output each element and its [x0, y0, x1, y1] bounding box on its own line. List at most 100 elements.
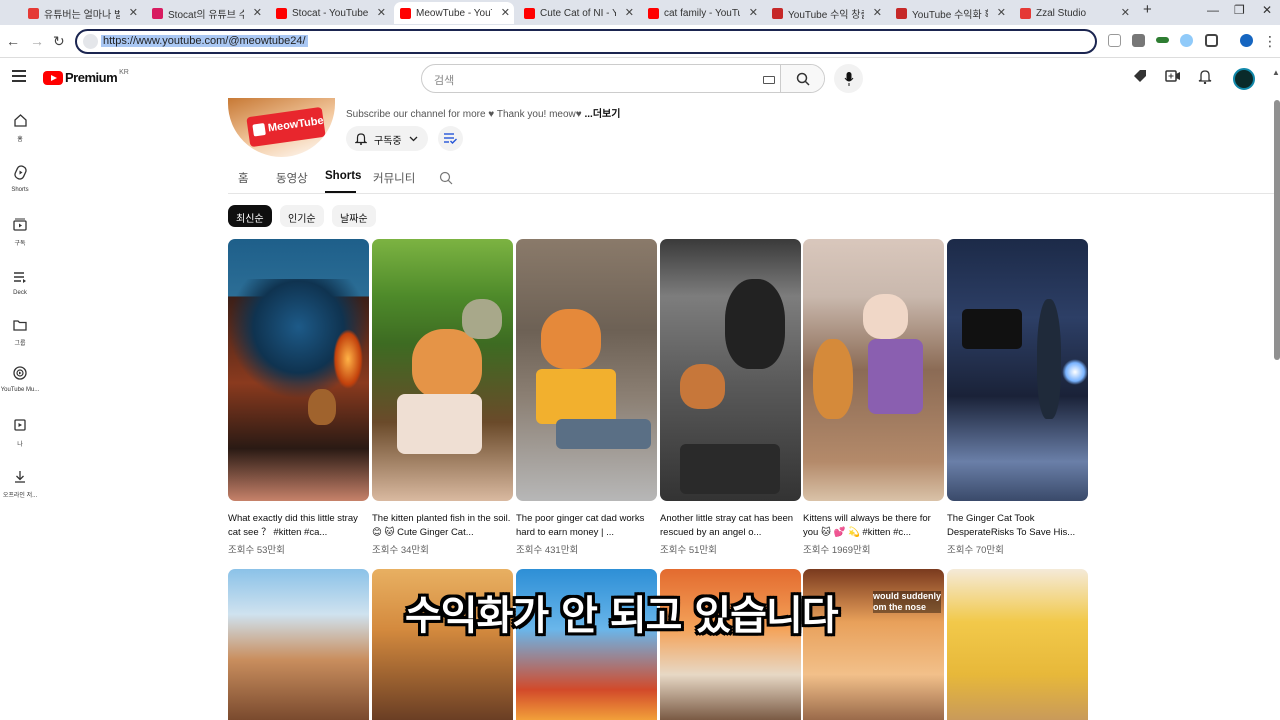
close-tab-icon[interactable]: ✕ — [625, 6, 634, 19]
extension-icon[interactable] — [1180, 34, 1193, 47]
short-card[interactable]: Another little stray cat has been rescue… — [660, 239, 801, 556]
short-title[interactable]: The kitten planted fish in the soil. 😊 🐱… — [372, 512, 513, 540]
close-tab-icon[interactable]: ✕ — [873, 6, 882, 19]
channel-search-icon[interactable] — [439, 171, 453, 185]
browser-tab[interactable]: Zzal Studio ✕ — [1014, 2, 1134, 24]
close-tab-icon[interactable]: ✕ — [1121, 6, 1130, 19]
subscribed-label: 구독중 — [374, 136, 402, 147]
sidebar-item-label: YouTube Mu... — [0, 387, 40, 393]
subscribed-button[interactable]: 구독중 — [346, 126, 428, 151]
extension-icon[interactable] — [1108, 34, 1121, 47]
browser-tab[interactable]: 유튜버는 얼마나 벌? ✕ — [22, 2, 142, 24]
sidebar-item-downloads[interactable]: 오프라인 저... — [0, 470, 40, 499]
tab-videos[interactable]: 동영상 — [276, 170, 308, 186]
search-box[interactable]: 검색 — [421, 64, 825, 93]
create-video-icon[interactable] — [1165, 69, 1181, 83]
favicon-icon — [524, 7, 535, 19]
playlist-button[interactable] — [438, 126, 463, 151]
sidebar-item-label: 홈 — [17, 137, 23, 143]
sidebar-item-subscriptions[interactable]: 구독 — [0, 218, 40, 247]
close-tab-icon[interactable]: ✕ — [501, 6, 510, 19]
menu-dots-icon[interactable]: ⋮ — [1263, 33, 1277, 50]
extension-icon[interactable] — [1156, 37, 1169, 43]
favicon-icon — [400, 7, 411, 19]
more-link[interactable]: ...더보기 — [584, 109, 620, 120]
short-thumbnail[interactable] — [947, 569, 1088, 720]
close-tab-icon[interactable]: ✕ — [997, 6, 1006, 19]
sidebar-item-shorts[interactable]: Shorts — [0, 165, 40, 193]
sidebar-item-deck[interactable]: Deck — [0, 270, 40, 296]
minimize-icon[interactable]: — — [1207, 3, 1219, 17]
short-thumbnail[interactable] — [660, 239, 801, 501]
youtube-play-icon — [43, 70, 63, 85]
url-text[interactable]: https://www.youtube.com/@meowtube24/ — [101, 35, 308, 47]
maximize-icon[interactable]: ❐ — [1234, 3, 1245, 17]
favicon-icon — [1020, 7, 1031, 19]
notifications-bell-icon[interactable] — [1198, 69, 1212, 84]
folder-icon[interactable] — [1132, 34, 1145, 47]
voice-search-button[interactable] — [834, 64, 863, 93]
close-tab-icon[interactable]: ✕ — [749, 6, 758, 19]
browser-tab[interactable]: Stocat의 유튜브 수익 ✕ — [146, 2, 266, 24]
filter-chip-popular[interactable]: 인기순 — [280, 205, 324, 227]
profile-icon[interactable] — [1240, 34, 1253, 47]
page-scrollbar[interactable] — [1274, 100, 1280, 360]
short-thumbnail[interactable] — [228, 569, 369, 720]
sidebar-item-groups[interactable]: 그룹 — [0, 318, 40, 347]
browser-tab[interactable]: cat family - YouTube ✕ — [642, 2, 762, 24]
sidebar-item-you[interactable]: 나 — [0, 418, 40, 448]
short-title[interactable]: Another little stray cat has been rescue… — [660, 512, 801, 540]
scroll-up-arrow-icon[interactable]: ▲ — [1272, 68, 1280, 77]
description-text: Subscribe our channel for more ♥ Thank y… — [346, 109, 585, 120]
tab-community[interactable]: 커뮤니티 — [373, 170, 415, 186]
search-button[interactable] — [780, 65, 824, 92]
reload-icon[interactable]: ↻ — [53, 33, 65, 50]
channel-description[interactable]: Subscribe our channel for more ♥ Thank y… — [346, 105, 620, 120]
close-tab-icon[interactable]: ✕ — [129, 6, 138, 19]
short-thumbnail[interactable] — [516, 239, 657, 501]
short-card[interactable]: What exactly did this little stray cat s… — [228, 239, 369, 556]
extensions-puzzle-icon[interactable] — [1205, 34, 1218, 47]
sidebar-item-youtube-music[interactable]: YouTube Mu... — [0, 366, 40, 393]
youtube-logo[interactable]: Premium KR — [43, 69, 129, 85]
hamburger-menu-icon[interactable] — [12, 70, 26, 85]
tab-title: Zzal Studio — [1036, 7, 1087, 19]
forward-icon[interactable]: → — [30, 33, 44, 49]
short-thumbnail[interactable] — [228, 239, 369, 501]
browser-tab[interactable]: Stocat - YouTube ✕ — [270, 2, 390, 24]
short-card[interactable]: Kittens will always be there for you 🐱 💕… — [803, 239, 944, 556]
browser-tab[interactable]: YouTube 수익 창출 ✕ — [766, 2, 886, 24]
deck-icon — [14, 272, 26, 283]
search-icon — [796, 72, 810, 86]
account-avatar[interactable] — [1233, 68, 1255, 90]
url-bar[interactable]: https://www.youtube.com/@meowtube24/ — [75, 29, 1097, 54]
close-window-icon[interactable]: ✕ — [1262, 3, 1272, 17]
short-thumbnail[interactable] — [947, 239, 1088, 501]
short-views: 조회수 51만회 — [660, 545, 717, 556]
short-title[interactable]: The Ginger Cat Took DesperateRisks To Sa… — [947, 512, 1088, 540]
tab-shorts[interactable]: Shorts — [325, 170, 361, 182]
filter-chip-oldest[interactable]: 날짜순 — [332, 205, 376, 227]
close-tab-icon[interactable]: ✕ — [377, 6, 386, 19]
short-card[interactable]: The Ginger Cat Took DesperateRisks To Sa… — [947, 239, 1088, 556]
back-icon[interactable]: ← — [6, 33, 20, 49]
channel-avatar[interactable]: MeowTube — [228, 98, 335, 157]
sidebar-item-home[interactable]: 홈 — [0, 114, 40, 143]
close-tab-icon[interactable]: ✕ — [253, 6, 262, 19]
short-title[interactable]: Kittens will always be there for you 🐱 💕… — [803, 512, 944, 540]
short-thumbnail[interactable] — [803, 239, 944, 501]
browser-tab[interactable]: Cute Cat of NI - You ✕ — [518, 2, 638, 24]
filter-chip-latest[interactable]: 최신순 — [228, 205, 272, 227]
short-thumbnail[interactable] — [372, 239, 513, 501]
short-title[interactable]: The poor ginger cat dad works hard to ea… — [516, 512, 657, 540]
new-tab-button[interactable]: + — [1143, 1, 1152, 18]
short-card[interactable]: The poor ginger cat dad works hard to ea… — [516, 239, 657, 556]
keyboard-icon[interactable] — [763, 76, 775, 84]
short-title[interactable]: What exactly did this little stray cat s… — [228, 512, 369, 540]
tab-home[interactable]: 홈 — [238, 170, 249, 186]
tag-icon[interactable] — [1133, 69, 1147, 83]
site-info-icon[interactable] — [83, 34, 98, 49]
browser-tab[interactable]: YouTube 수익화 확인 ✕ — [890, 2, 1010, 24]
short-card[interactable]: The kitten planted fish in the soil. 😊 🐱… — [372, 239, 513, 556]
browser-tab-active[interactable]: MeowTube - YouTube ✕ — [394, 2, 514, 24]
